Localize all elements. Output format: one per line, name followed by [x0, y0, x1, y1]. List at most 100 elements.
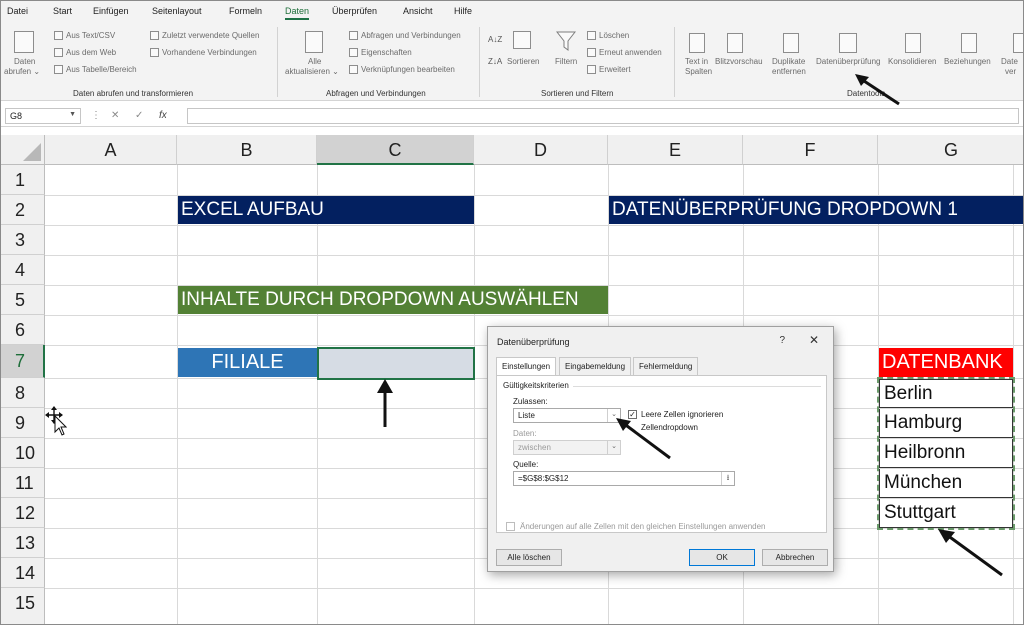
- row-header-7[interactable]: 7: [1, 345, 45, 378]
- formula-input[interactable]: [187, 108, 1019, 124]
- cell-g10-list-item[interactable]: Heilbronn: [879, 439, 1013, 468]
- chevron-down-icon[interactable]: ⌄: [607, 441, 620, 454]
- column-header-d[interactable]: D: [474, 135, 608, 165]
- data-model-label: ver: [1005, 67, 1017, 76]
- cell-b2-title[interactable]: EXCEL AUFBAU: [178, 196, 474, 224]
- consolidate-button[interactable]: Konsolidieren: [888, 57, 936, 66]
- row-header-1[interactable]: 1: [1, 165, 45, 195]
- tab-error-alert[interactable]: Fehlermeldung: [633, 357, 699, 375]
- web-icon: [54, 48, 63, 57]
- select-all-button[interactable]: [1, 135, 45, 165]
- cancel-button[interactable]: Abbrechen: [762, 549, 828, 566]
- cell-b5-heading[interactable]: INHALTE DURCH DROPDOWN AUSWÄHLEN: [178, 286, 608, 314]
- tab-ansicht[interactable]: Ansicht: [403, 6, 433, 16]
- from-web-button[interactable]: Aus dem Web: [66, 48, 116, 57]
- column-header-g[interactable]: G: [878, 135, 1023, 165]
- sort-az-button[interactable]: A↓Z: [488, 35, 502, 44]
- apply-all-checkbox[interactable]: [506, 522, 515, 531]
- get-data-dropdown[interactable]: abrufen ⌄: [4, 67, 40, 76]
- data-model-button[interactable]: Date: [1001, 57, 1018, 66]
- column-header-b[interactable]: B: [177, 135, 317, 165]
- cancel-icon[interactable]: ✕: [111, 110, 119, 121]
- row-header-15[interactable]: 15: [1, 588, 45, 624]
- row-header-5[interactable]: 5: [1, 285, 45, 315]
- chevron-down-icon[interactable]: ⌄: [607, 409, 620, 422]
- column-header-a[interactable]: A: [45, 135, 177, 165]
- flash-fill-button[interactable]: Blitzvorschau: [715, 57, 763, 66]
- tab-ueberpruefen[interactable]: Überprüfen: [332, 6, 377, 16]
- sort-za-button[interactable]: Z↓A: [488, 57, 502, 66]
- ignore-blank-checkbox[interactable]: ✓: [628, 410, 637, 419]
- sort-icon: [513, 31, 531, 49]
- from-table-button[interactable]: Aus Tabelle/Bereich: [66, 65, 137, 74]
- tab-datei[interactable]: Datei: [7, 6, 28, 16]
- collapse-range-icon[interactable]: ⭳: [721, 472, 734, 485]
- allow-select[interactable]: Liste ⌄: [513, 408, 621, 423]
- name-box[interactable]: G8 ▼: [5, 108, 81, 124]
- enter-icon[interactable]: ✓: [135, 110, 143, 121]
- reapply-button[interactable]: Erneut anwenden: [599, 48, 662, 57]
- sort-button[interactable]: Sortieren: [507, 57, 539, 66]
- tab-daten[interactable]: Daten: [285, 6, 310, 20]
- cell-g8-list-item[interactable]: Berlin: [879, 379, 1013, 408]
- cell-b7-label[interactable]: FILIALE: [178, 348, 317, 377]
- clear-filter-icon: [587, 31, 596, 40]
- queries-connections-button[interactable]: Abfragen und Verbindungen: [361, 31, 461, 40]
- advanced-button[interactable]: Erweitert: [599, 65, 631, 74]
- group-divider: [573, 386, 821, 387]
- row-header-13[interactable]: 13: [1, 528, 45, 558]
- filter-icon: [556, 31, 576, 51]
- remove-duplicates-button[interactable]: Duplikate: [772, 57, 805, 66]
- existing-connections-button[interactable]: Vorhandene Verbindungen: [162, 48, 257, 57]
- row-header-6[interactable]: 6: [1, 315, 45, 345]
- ignore-blank-label: Leere Zellen ignorieren: [641, 410, 724, 419]
- in-cell-dropdown-checkbox[interactable]: [628, 423, 637, 432]
- row-header-12[interactable]: 12: [1, 498, 45, 528]
- column-header-c[interactable]: C: [317, 135, 474, 165]
- clear-button[interactable]: Löschen: [599, 31, 629, 40]
- refresh-all-dropdown[interactable]: aktualisieren ⌄: [285, 67, 339, 76]
- ok-button[interactable]: OK: [689, 549, 755, 566]
- from-text-csv-button[interactable]: Aus Text/CSV: [66, 31, 115, 40]
- tab-seitenlayout[interactable]: Seitenlayout: [152, 6, 202, 16]
- cell-g7-header[interactable]: DATENBANK: [879, 348, 1013, 377]
- close-icon[interactable]: ✕: [809, 333, 819, 347]
- clear-all-button[interactable]: Alle löschen: [496, 549, 562, 566]
- filter-button[interactable]: Filtern: [555, 57, 577, 66]
- chevron-down-icon[interactable]: ▼: [69, 111, 76, 118]
- properties-button[interactable]: Eigenschaften: [361, 48, 412, 57]
- column-header-f[interactable]: F: [743, 135, 878, 165]
- column-header-e[interactable]: E: [608, 135, 743, 165]
- tab-einfuegen[interactable]: Einfügen: [93, 6, 129, 16]
- cell-g12-list-item[interactable]: Stuttgart: [879, 499, 1013, 528]
- help-icon[interactable]: ?: [779, 335, 785, 346]
- data-model-icon: [1013, 33, 1023, 53]
- fx-icon[interactable]: fx: [159, 110, 167, 121]
- relationships-button[interactable]: Beziehungen: [944, 57, 991, 66]
- row-header-10[interactable]: 10: [1, 438, 45, 468]
- tab-input-message[interactable]: Eingabemeldung: [559, 357, 632, 375]
- recent-sources-button[interactable]: Zuletzt verwendete Quellen: [162, 31, 259, 40]
- row-header-4[interactable]: 4: [1, 255, 45, 285]
- text-to-columns-button[interactable]: Text in: [685, 57, 708, 66]
- cell-g9-list-item[interactable]: Hamburg: [879, 409, 1013, 438]
- data-validation-button[interactable]: Datenüberprüfung: [816, 57, 881, 66]
- row-header-9[interactable]: 9: [1, 408, 45, 438]
- refresh-all-button[interactable]: Alle: [308, 57, 321, 66]
- row-header-3[interactable]: 3: [1, 225, 45, 255]
- tab-hilfe[interactable]: Hilfe: [454, 6, 472, 16]
- cell-e2-title[interactable]: DATENÜBERPRÜFUNG DROPDOWN 1: [609, 196, 1023, 224]
- cell-g11-list-item[interactable]: München: [879, 469, 1013, 498]
- row-header-8[interactable]: 8: [1, 378, 45, 408]
- tab-settings[interactable]: Einstellungen: [496, 357, 557, 376]
- row-header-11[interactable]: 11: [1, 468, 45, 498]
- cell-c7-dropdown-target[interactable]: [317, 347, 475, 380]
- tab-formeln[interactable]: Formeln: [229, 6, 262, 16]
- tab-start[interactable]: Start: [53, 6, 72, 16]
- source-input[interactable]: =$G$8:$G$12 ⭳: [513, 471, 735, 486]
- row-header-2[interactable]: 2: [1, 195, 45, 225]
- row-header-14[interactable]: 14: [1, 558, 45, 588]
- edit-links-button[interactable]: Verknüpfungen bearbeiten: [361, 65, 455, 74]
- get-data-button[interactable]: Daten: [14, 57, 35, 66]
- data-select[interactable]: zwischen ⌄: [513, 440, 621, 455]
